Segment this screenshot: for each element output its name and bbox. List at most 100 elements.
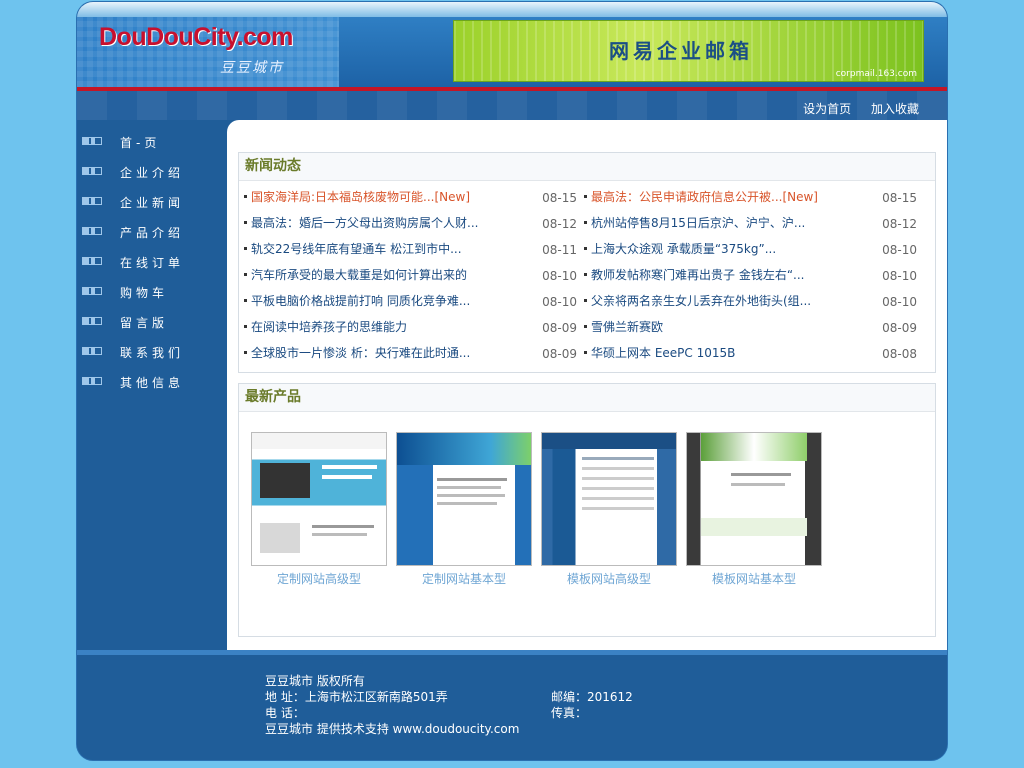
news-item: 在阅读中培养孩子的思维能力 08-09 — [241, 315, 581, 341]
add-favorite-link[interactable]: 加入收藏 — [871, 102, 919, 116]
news-link[interactable]: 最高法：婚后一方父母出资购房属个人财... — [251, 214, 478, 231]
nav-bullet-icon — [82, 257, 102, 265]
news-list-right: 最高法：公民申请政府信息公开被...[New] 08-15 杭州站停售8月15日后… — [581, 185, 921, 367]
nav-item-news[interactable]: 企业新闻 — [77, 185, 227, 215]
news-item: 汽车所承受的最大载重是如何计算出来的 08-10 — [241, 263, 581, 289]
footer-postcode: 邮编：201612 — [551, 690, 633, 704]
product-name[interactable]: 定制网站基本型 — [396, 570, 532, 587]
nav-bullet-icon — [82, 197, 102, 205]
nav-item-guestbook[interactable]: 留言版 — [77, 305, 227, 335]
footer: 豆豆城市 版权所有 地 址：上海市松江区新南路501弄 邮编：201612 电 … — [77, 655, 947, 760]
news-date: 08-10 — [542, 295, 577, 309]
products-panel: 最新产品 定制网站高级型 定制网站基本型 模板网站高级型 模板网站基本型 — [238, 383, 936, 637]
news-link[interactable]: 轨交22号线年底有望通车 松江到市中... — [251, 240, 462, 257]
footer-support[interactable]: 豆豆城市 提供技术支持 www.doudoucity.com — [265, 720, 519, 737]
news-item: 雪佛兰新赛欧 08-09 — [581, 315, 921, 341]
news-date: 08-11 — [542, 243, 577, 257]
news-panel-title: 新闻动态 — [239, 153, 935, 181]
product-card[interactable]: 定制网站基本型 — [396, 432, 532, 587]
product-card[interactable]: 模板网站高级型 — [541, 432, 677, 587]
nav-bullet-icon — [82, 377, 102, 385]
logo[interactable]: DouDouCity.com 豆豆城市 — [77, 17, 339, 87]
main-content: 新闻动态 国家海洋局:日本福岛核废物可能...[New] 08-15 最高法：婚后… — [227, 120, 947, 650]
news-link[interactable]: 上海大众途观 承载质量“375kg”... — [591, 240, 776, 257]
nav-label: 首-页 — [120, 136, 161, 150]
product-name[interactable]: 模板网站基本型 — [686, 570, 822, 587]
news-link[interactable]: 雪佛兰新赛欧 — [591, 318, 663, 335]
sidebar-nav: 首-页 企业介绍 企业新闻 产品介绍 在线订单 购物车 留言版 联系我们 其他信… — [77, 120, 227, 650]
news-item: 华硕上网本 EeePC 1015B 08-08 — [581, 341, 921, 367]
news-date: 08-10 — [882, 269, 917, 283]
product-thumbnail[interactable] — [686, 432, 822, 566]
sub-nav-bar: 设为首页 加入收藏 — [77, 91, 947, 120]
nav-label: 在线订单 — [120, 256, 185, 270]
news-item: 轨交22号线年底有望通车 松江到市中... 08-11 — [241, 237, 581, 263]
news-link[interactable]: 汽车所承受的最大载重是如何计算出来的 — [251, 266, 467, 283]
nav-label: 其他信息 — [120, 376, 185, 390]
news-item: 最高法：公民申请政府信息公开被...[New] 08-15 — [581, 185, 921, 211]
nav-item-contact[interactable]: 联系我们 — [77, 335, 227, 365]
nav-bullet-icon — [82, 317, 102, 325]
news-item: 杭州站停售8月15日后京沪、沪宁、沪... 08-12 — [581, 211, 921, 237]
news-item: 平板电脑价格战提前打响 同质化竞争难... 08-10 — [241, 289, 581, 315]
news-link[interactable]: 最高法：公民申请政府信息公开被...[New] — [591, 188, 818, 205]
nav-label: 购物车 — [120, 286, 169, 300]
news-link[interactable]: 杭州站停售8月15日后京沪、沪宁、沪... — [591, 214, 805, 231]
nav-label: 产品介绍 — [120, 226, 185, 240]
news-panel: 新闻动态 国家海洋局:日本福岛核废物可能...[New] 08-15 最高法：婚后… — [238, 152, 936, 373]
news-date: 08-09 — [542, 347, 577, 361]
nav-label: 企业新闻 — [120, 196, 185, 210]
news-link[interactable]: 华硕上网本 EeePC 1015B — [591, 344, 735, 361]
products-panel-title: 最新产品 — [239, 384, 935, 412]
top-links: 设为首页 加入收藏 — [787, 100, 919, 117]
nav-item-about[interactable]: 企业介绍 — [77, 155, 227, 185]
product-thumbnail[interactable] — [251, 432, 387, 566]
nav-label: 企业介绍 — [120, 166, 185, 180]
product-thumbnail[interactable] — [541, 432, 677, 566]
news-date: 08-09 — [542, 321, 577, 335]
news-link[interactable]: 全球股市一片惨淡 析：央行难在此时通... — [251, 344, 470, 361]
product-name[interactable]: 定制网站高级型 — [251, 570, 387, 587]
product-thumbnail[interactable] — [396, 432, 532, 566]
news-date: 08-08 — [882, 347, 917, 361]
news-item: 全球股市一片惨淡 析：央行难在此时通... 08-09 — [241, 341, 581, 367]
news-link[interactable]: 国家海洋局:日本福岛核废物可能...[New] — [251, 188, 470, 205]
logo-text: DouDouCity.com — [99, 23, 293, 51]
nav-bullet-icon — [82, 137, 102, 145]
set-homepage-link[interactable]: 设为首页 — [803, 102, 851, 116]
news-link[interactable]: 平板电脑价格战提前打响 同质化竞争难... — [251, 292, 470, 309]
product-name[interactable]: 模板网站高级型 — [541, 570, 677, 587]
page-frame: DouDouCity.com 豆豆城市 网易企业邮箱 corpmail.163.… — [77, 2, 947, 760]
news-date: 08-15 — [882, 191, 917, 205]
footer-phone: 电 话： — [265, 706, 305, 720]
news-link[interactable]: 在阅读中培养孩子的思维能力 — [251, 318, 407, 335]
nav-label: 留言版 — [120, 316, 169, 330]
nav-item-other[interactable]: 其他信息 — [77, 365, 227, 395]
news-item: 最高法：婚后一方父母出资购房属个人财... 08-12 — [241, 211, 581, 237]
nav-bullet-icon — [82, 347, 102, 355]
nav-bullet-icon — [82, 227, 102, 235]
footer-address: 地 址：上海市松江区新南路501弄 — [265, 690, 448, 704]
banner-url: corpmail.163.com — [835, 69, 917, 79]
news-date: 08-09 — [882, 321, 917, 335]
news-link[interactable]: 父亲将两名亲生女儿丢弃在外地街头(组... — [591, 292, 811, 309]
news-item: 国家海洋局:日本福岛核废物可能...[New] 08-15 — [241, 185, 581, 211]
banner-title: 网易企业邮箱 — [609, 39, 753, 63]
nav-item-cart[interactable]: 购物车 — [77, 275, 227, 305]
top-strip — [77, 2, 947, 17]
news-link[interactable]: 教师发帖称寒门难再出贵子 金钱左右“... — [591, 266, 804, 283]
footer-copyright: 豆豆城市 版权所有 — [265, 674, 365, 688]
nav-item-products[interactable]: 产品介绍 — [77, 215, 227, 245]
news-item: 上海大众途观 承载质量“375kg”... 08-10 — [581, 237, 921, 263]
nav-item-order[interactable]: 在线订单 — [77, 245, 227, 275]
news-list-left: 国家海洋局:日本福岛核废物可能...[New] 08-15 最高法：婚后一方父母出… — [241, 185, 581, 367]
product-card[interactable]: 模板网站基本型 — [686, 432, 822, 587]
nav-item-home[interactable]: 首-页 — [77, 125, 227, 155]
nav-label: 联系我们 — [120, 346, 185, 360]
news-date: 08-12 — [882, 217, 917, 231]
header: DouDouCity.com 豆豆城市 网易企业邮箱 corpmail.163.… — [77, 17, 947, 87]
product-card[interactable]: 定制网站高级型 — [251, 432, 387, 587]
ad-banner[interactable]: 网易企业邮箱 corpmail.163.com — [453, 20, 924, 82]
news-date: 08-12 — [542, 217, 577, 231]
nav-bullet-icon — [82, 167, 102, 175]
